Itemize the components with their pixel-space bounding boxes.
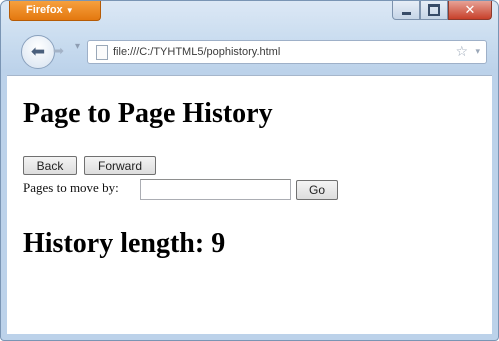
maximize-icon	[428, 4, 440, 16]
title-bar: Firefox ▼ ✕	[1, 1, 498, 31]
pages-input[interactable]	[140, 179, 291, 200]
close-icon: ✕	[464, 2, 476, 18]
address-bar[interactable]: file:///C:/TYHTML5/pophistory.html ☆ ▾	[87, 40, 487, 64]
close-window-button[interactable]: ✕	[448, 1, 492, 20]
page-title: Page to Page History	[23, 98, 273, 129]
firefox-menu-button[interactable]: Firefox ▼	[9, 1, 101, 21]
history-dropdown-icon[interactable]: ▾	[75, 41, 80, 52]
forward-arrow-icon: ➡	[53, 44, 64, 59]
page-content: Page to Page History Back Forward Pages …	[7, 75, 492, 334]
browser-back-button[interactable]: ⬅	[21, 35, 55, 69]
go-button[interactable]: Go	[296, 180, 338, 200]
chevron-down-icon: ▼	[65, 6, 74, 15]
page-icon	[96, 45, 108, 60]
bookmark-star-icon[interactable]: ☆	[455, 41, 468, 63]
maximize-button[interactable]	[420, 1, 448, 20]
browser-window: Firefox ▼ ✕ ⬅ ➡ ▾ file:///C:/TYHTML5/poph…	[0, 0, 499, 341]
minimize-button[interactable]	[392, 1, 420, 20]
firefox-menu-label: Firefox	[26, 4, 63, 16]
browser-forward-button[interactable]: ➡	[53, 42, 73, 62]
back-arrow-icon: ⬅	[30, 42, 46, 62]
minimize-icon	[401, 11, 411, 15]
url-dropdown-icon[interactable]: ▾	[475, 41, 480, 63]
pages-label: Pages to move by:	[23, 180, 119, 195]
history-length-heading: History length: 9	[23, 228, 226, 259]
forward-button[interactable]: Forward	[84, 156, 156, 175]
navigation-toolbar: ⬅ ➡ ▾ file:///C:/TYHTML5/pophistory.html…	[7, 35, 492, 71]
window-controls: ✕	[392, 1, 492, 20]
back-button[interactable]: Back	[23, 156, 77, 175]
url-text[interactable]: file:///C:/TYHTML5/pophistory.html	[113, 41, 280, 63]
